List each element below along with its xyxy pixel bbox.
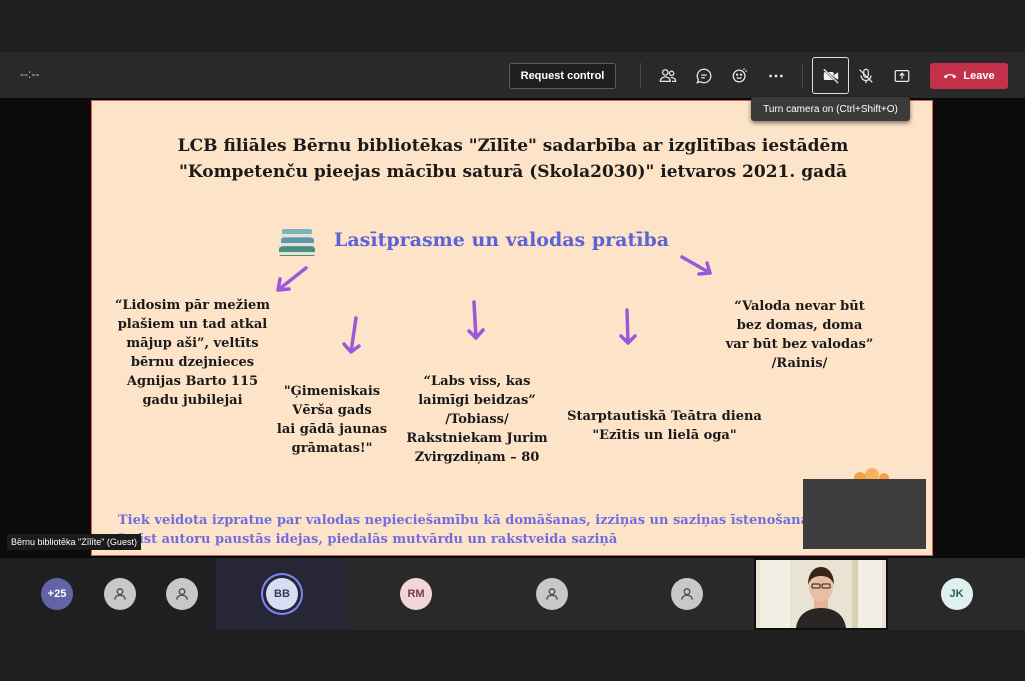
slide-item-2: "Ģimeniskais Vērša gads lai gādā jaunas grā… [276,384,388,456]
meeting-toolbar: --:-- Request control Leave [0,52,1025,98]
participant-tile[interactable]: RM [348,558,484,630]
slide-item-4: Starptautiskā Teātra diena "Ezītis un lie… [567,409,762,443]
slide-title: LCB filiāles Bērnu bibliotēkas "Zīlīte" … [177,136,849,182]
reactions-icon[interactable] [725,61,755,91]
participant-video-tile[interactable] [754,558,888,630]
share-icon[interactable] [887,61,917,91]
arrow-down-3 [619,308,637,345]
avatar-jk: JK [940,578,973,610]
camera-toggle-button[interactable] [812,57,849,94]
slide-bottom-text: Tiek veidota izpratne par valodas nepiec… [118,513,819,547]
more-options-icon[interactable] [761,61,791,91]
participant-overflow[interactable]: +25 [22,558,92,630]
leave-label: Leave [963,70,995,82]
person-icon [113,588,126,600]
slide-item-3: “Labs viss, kas laimīgi beidzas”/Tobiass/… [406,374,548,465]
people-icon[interactable] [653,61,683,91]
arrow-down-1 [342,316,361,354]
camera-off-icon [822,67,839,84]
self-view-video [803,479,926,549]
camera-tooltip: Turn camera on (Ctrl+Shift+O) [751,97,910,121]
arrow-down-left [276,266,308,292]
books-icon [279,229,315,256]
mic-off-icon[interactable] [851,61,881,91]
slide-item-1: “Lidosim pār mežiem plašiem un tad atkal m… [114,298,271,408]
slide-subtitle: Lasītprasme un valodas pratība [334,229,670,251]
phone-icon [944,73,957,78]
leave-button[interactable]: Leave [930,63,1008,89]
participant-tile[interactable]: JK [888,558,1025,630]
participant-strip: +25 BB RM JK [0,558,1025,681]
participant-tile[interactable] [619,558,754,630]
avatar-bb: BB [266,578,298,610]
person-icon [545,588,558,600]
participant-tile[interactable] [92,558,147,630]
presenter-name-label: Bērnu bibliotēka "Zīlīte" (Guest) [7,534,141,550]
request-control-button[interactable]: Request control [509,63,616,89]
overflow-count: +25 [41,578,73,610]
participant-tile-speaking[interactable]: BB [216,558,348,630]
participant-tile[interactable] [484,558,619,630]
avatar-rm: RM [400,578,432,610]
toolbar-divider [802,63,803,88]
participant-tile[interactable] [148,558,216,630]
slide-item-5: “Valoda nevar būt bez domas, doma var būt … [725,299,874,371]
chat-icon[interactable] [689,61,719,91]
window-top-strip [0,0,1025,52]
meeting-timer: --:-- [20,67,40,81]
person-icon [176,588,188,600]
toolbar-divider [640,63,641,88]
participant-video-feed [756,560,886,628]
arrow-down-right [680,255,712,276]
person-icon [680,588,693,600]
arrow-down-2 [467,300,485,340]
